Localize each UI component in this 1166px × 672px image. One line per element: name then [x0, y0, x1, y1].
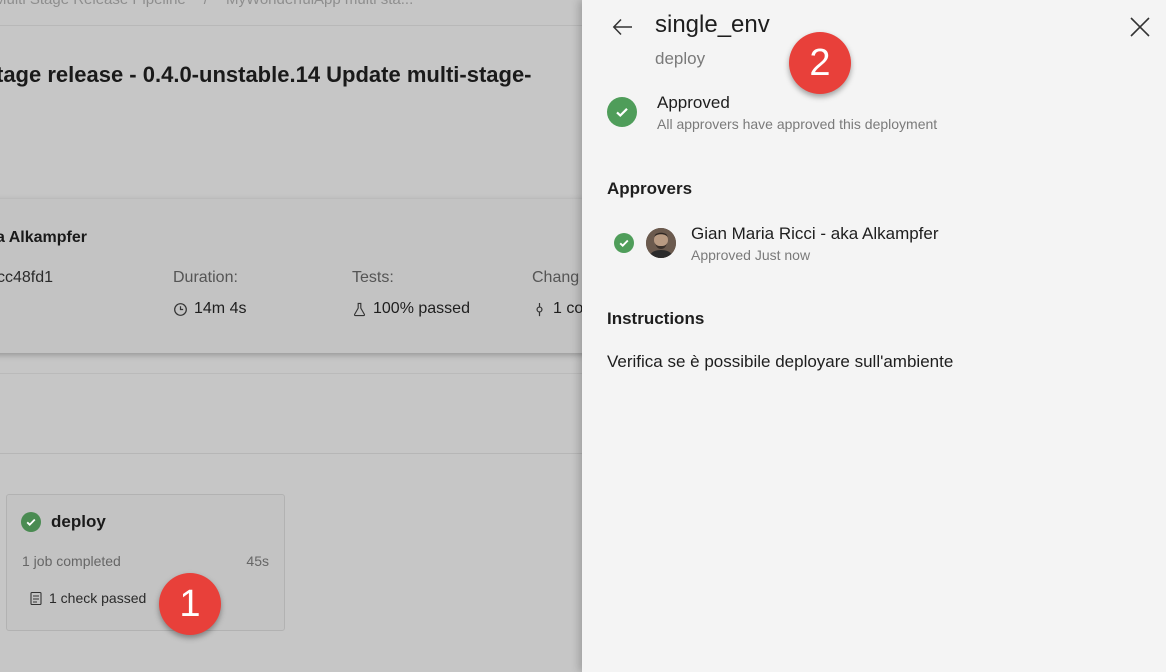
- stage-duration: 45s: [246, 553, 269, 569]
- changes-value-row[interactable]: 1 co: [532, 300, 582, 318]
- section-divider: [0, 373, 582, 374]
- duration-value-row: 14m 4s: [173, 300, 246, 318]
- approver-name: Gian Maria Ricci - aka Alkampfer: [691, 224, 939, 243]
- environment-title: single_env: [655, 11, 770, 38]
- approval-status-description: All approvers have approved this deploym…: [657, 116, 938, 132]
- tests-value: 100% passed: [373, 300, 470, 317]
- stage-jobs: 1 job completed: [22, 553, 121, 569]
- breadcrumb-separator: /: [204, 0, 208, 8]
- run-summary-page: Multi Stage Release Pipeline / MyWonderful…: [0, 0, 582, 672]
- checks-label: 1 check passed: [49, 590, 147, 606]
- checks-link[interactable]: 1 check passed: [29, 590, 146, 606]
- changes-value: 1 co: [553, 300, 582, 317]
- approval-status: Approved All approvers have approved thi…: [607, 93, 937, 132]
- tests-value-row[interactable]: 100% passed: [352, 300, 470, 318]
- check-circle-icon: [614, 233, 634, 253]
- header-divider: [0, 25, 582, 26]
- breadcrumb: Multi Stage Release Pipeline / MyWonderful…: [0, 0, 413, 8]
- close-icon: [1130, 17, 1150, 37]
- duration-value: 14m 4s: [194, 300, 247, 317]
- avatar: [646, 228, 676, 258]
- breadcrumb-pipeline[interactable]: Multi Stage Release Pipeline: [0, 0, 186, 8]
- run-title: tage release - 0.4.0-unstable.14 Update …: [0, 62, 532, 87]
- section-divider: [0, 453, 582, 454]
- back-button[interactable]: [610, 14, 636, 40]
- stage-header: deploy: [21, 512, 106, 532]
- callout-badge-2: 2: [789, 32, 851, 94]
- duration-block: Duration: 14m 4s: [173, 269, 246, 318]
- commit-icon: [536, 302, 543, 316]
- run-author: a Alkampfer: [0, 229, 87, 246]
- checklist-icon: [30, 591, 42, 605]
- clock-icon: [174, 302, 187, 316]
- changes-label: Chang: [532, 269, 580, 286]
- instructions-text: Verifica se è possibile deployare sull'a…: [607, 352, 954, 371]
- run-summary-card: a Alkampfer cc48fd1 Duration: 14m 4s Tes…: [0, 199, 582, 353]
- flask-icon: [353, 302, 366, 316]
- close-button[interactable]: [1128, 15, 1152, 39]
- approver-text: Gian Maria Ricci - aka Alkampfer Approve…: [691, 224, 939, 263]
- approvers-heading: Approvers: [607, 179, 693, 198]
- approver-item: Gian Maria Ricci - aka Alkampfer Approve…: [614, 224, 939, 263]
- breadcrumb-run[interactable]: MyWonderfulApp multi sta...: [226, 0, 413, 8]
- tests-label: Tests:: [352, 269, 394, 286]
- check-circle-icon: [607, 97, 637, 127]
- approval-detail-panel: single_env deploy 2 Approved All approve…: [582, 0, 1166, 672]
- instructions-heading: Instructions: [607, 309, 705, 328]
- tests-block: Tests: 100% passed: [352, 269, 470, 318]
- stage-name: deploy: [51, 512, 106, 531]
- approval-status-text: Approved All approvers have approved thi…: [657, 93, 937, 132]
- stage-card-deploy[interactable]: deploy 1 job completed 45s 1 check passe…: [6, 494, 285, 631]
- environment-stage: deploy: [655, 49, 706, 68]
- commit-id[interactable]: cc48fd1: [0, 269, 53, 287]
- approval-status-title: Approved: [657, 93, 730, 112]
- back-arrow-icon: [612, 18, 632, 36]
- duration-label: Duration:: [173, 269, 238, 286]
- changes-block: Chang 1 co: [532, 269, 582, 318]
- check-circle-icon: [21, 512, 41, 532]
- approver-status: Approved Just now: [691, 247, 811, 263]
- callout-badge-1: 1: [159, 573, 221, 635]
